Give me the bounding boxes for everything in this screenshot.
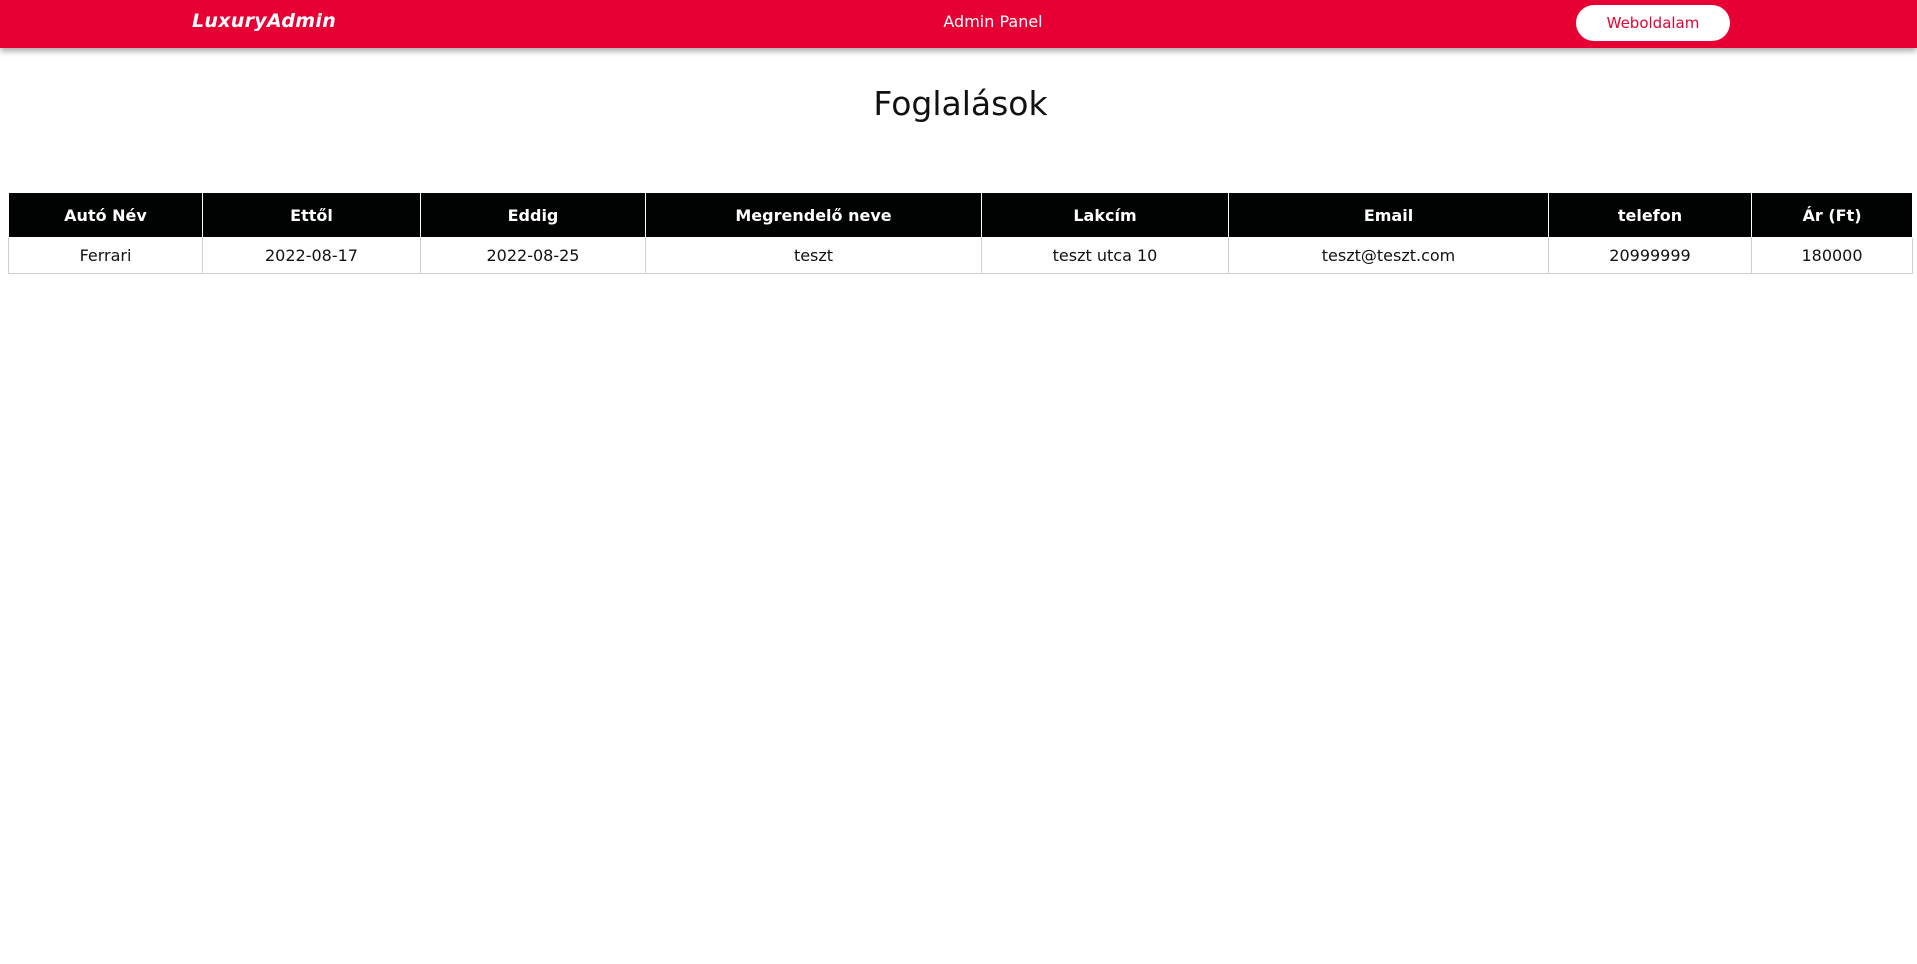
column-header-until: Eddig <box>420 192 646 238</box>
column-header-car-name: Autó Név <box>8 192 203 238</box>
cell-until: 2022-08-25 <box>420 237 646 274</box>
bookings-table: Autó Név Ettől Eddig Megrendelő neve Lak… <box>8 192 1913 274</box>
my-website-button[interactable]: Weboldalam <box>1576 5 1730 41</box>
cell-from: 2022-08-17 <box>202 237 421 274</box>
column-header-customer-name: Megrendelő neve <box>645 192 982 238</box>
page-title: Foglalások <box>873 84 1048 123</box>
top-navbar: LuxuryAdmin Admin Panel Weboldalam <box>0 0 1917 48</box>
table-row: Ferrari 2022-08-17 2022-08-25 teszt tesz… <box>8 237 1913 274</box>
column-header-address: Lakcím <box>981 192 1229 238</box>
column-header-from: Ettől <box>202 192 421 238</box>
cell-email: teszt@teszt.com <box>1228 237 1549 274</box>
table-header-row: Autó Név Ettől Eddig Megrendelő neve Lak… <box>8 192 1913 238</box>
bookings-table-container: Autó Név Ettől Eddig Megrendelő neve Lak… <box>8 192 1913 274</box>
cell-phone: 20999999 <box>1548 237 1752 274</box>
column-header-email: Email <box>1228 192 1549 238</box>
cell-address: teszt utca 10 <box>981 237 1229 274</box>
column-header-phone: telefon <box>1548 192 1752 238</box>
cell-customer-name: teszt <box>645 237 982 274</box>
cell-price: 180000 <box>1751 237 1913 274</box>
cell-car-name: Ferrari <box>8 237 203 274</box>
column-header-price: Ár (Ft) <box>1751 192 1913 238</box>
